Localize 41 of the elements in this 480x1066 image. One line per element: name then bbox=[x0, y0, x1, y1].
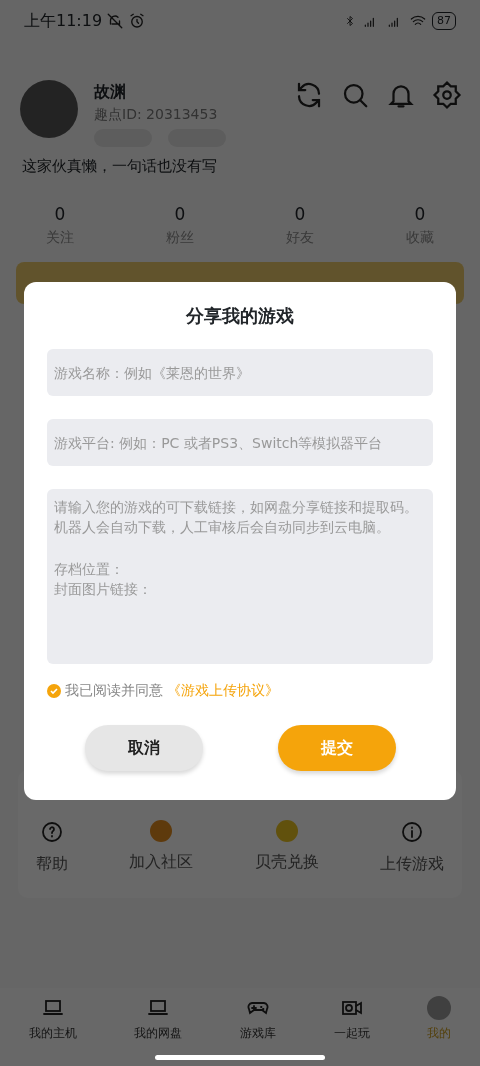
nav-tab[interactable]: 我的主机 bbox=[28, 996, 77, 1066]
input-field[interactable]: 游戏名称：例如《莱恩的世界》 bbox=[47, 349, 433, 396]
nav-label: 游戏库 bbox=[240, 1025, 276, 1042]
nav-label: 一起玩 bbox=[333, 1025, 370, 1042]
nav-label: 我的主机 bbox=[28, 1025, 77, 1042]
menu-label[interactable]: 帮助 bbox=[36, 852, 68, 876]
menu-label[interactable]: 加入社区 bbox=[129, 850, 194, 874]
link-textarea[interactable]: 请输入您的游戏的可下载链接，如网盘分享链接和提取码。机器人会自动下载，人工审核后会自动同步到云电脑。 存档位置： 封面图片链接： bbox=[47, 489, 433, 664]
info-icon[interactable] bbox=[400, 820, 424, 844]
avatar-icon bbox=[427, 996, 452, 1020]
status-time: 上午11:19 bbox=[24, 10, 103, 32]
stat-value: 0 bbox=[53, 202, 67, 226]
placeholder-line: 封面图片链接： bbox=[54, 580, 153, 599]
menu-label[interactable]: 上传游戏 bbox=[380, 852, 444, 876]
agreement-text: 我已阅读并同意 bbox=[65, 681, 163, 700]
alarm-icon bbox=[128, 12, 147, 30]
help-icon[interactable] bbox=[40, 820, 64, 844]
cancel-button[interactable]: 取消 bbox=[84, 725, 203, 771]
dialog-title: 分享我的游戏 bbox=[185, 304, 295, 328]
settings-icon[interactable] bbox=[432, 80, 462, 110]
mute-icon bbox=[106, 12, 125, 30]
checkbox[interactable] bbox=[47, 683, 61, 698]
nav-tab[interactable]: 一起玩 bbox=[333, 996, 370, 1066]
community-icon[interactable] bbox=[150, 820, 173, 842]
stat-value: 0 bbox=[413, 202, 427, 226]
agreement-link[interactable]: 《游戏上传协议》 bbox=[167, 680, 279, 701]
nav-tab[interactable]: 我的 bbox=[427, 996, 452, 1066]
submit-button[interactable]: 提交 bbox=[277, 725, 396, 771]
menu-label[interactable]: 贝壳兑换 bbox=[254, 850, 319, 874]
nav-label: 我的 bbox=[427, 1025, 452, 1042]
battery-indicator: 87 bbox=[432, 11, 456, 31]
input-field[interactable]: 游戏平台: 例如：PC 或者PS3、Switch等模拟器平台 bbox=[47, 419, 433, 466]
bio-text: 这家伙真懒，一句话也没有写 bbox=[21, 156, 218, 177]
stat-value: 0 bbox=[173, 202, 187, 226]
check-icon bbox=[49, 685, 59, 696]
nav-tab[interactable]: 我的网盘 bbox=[134, 996, 183, 1066]
stat-value: 0 bbox=[293, 202, 307, 226]
user-name: 故渊 bbox=[94, 81, 127, 103]
nav-label: 我的网盘 bbox=[134, 1025, 183, 1042]
placeholder-line: 存档位置： bbox=[54, 560, 125, 579]
nav-tab[interactable]: 游戏库 bbox=[240, 996, 276, 1066]
